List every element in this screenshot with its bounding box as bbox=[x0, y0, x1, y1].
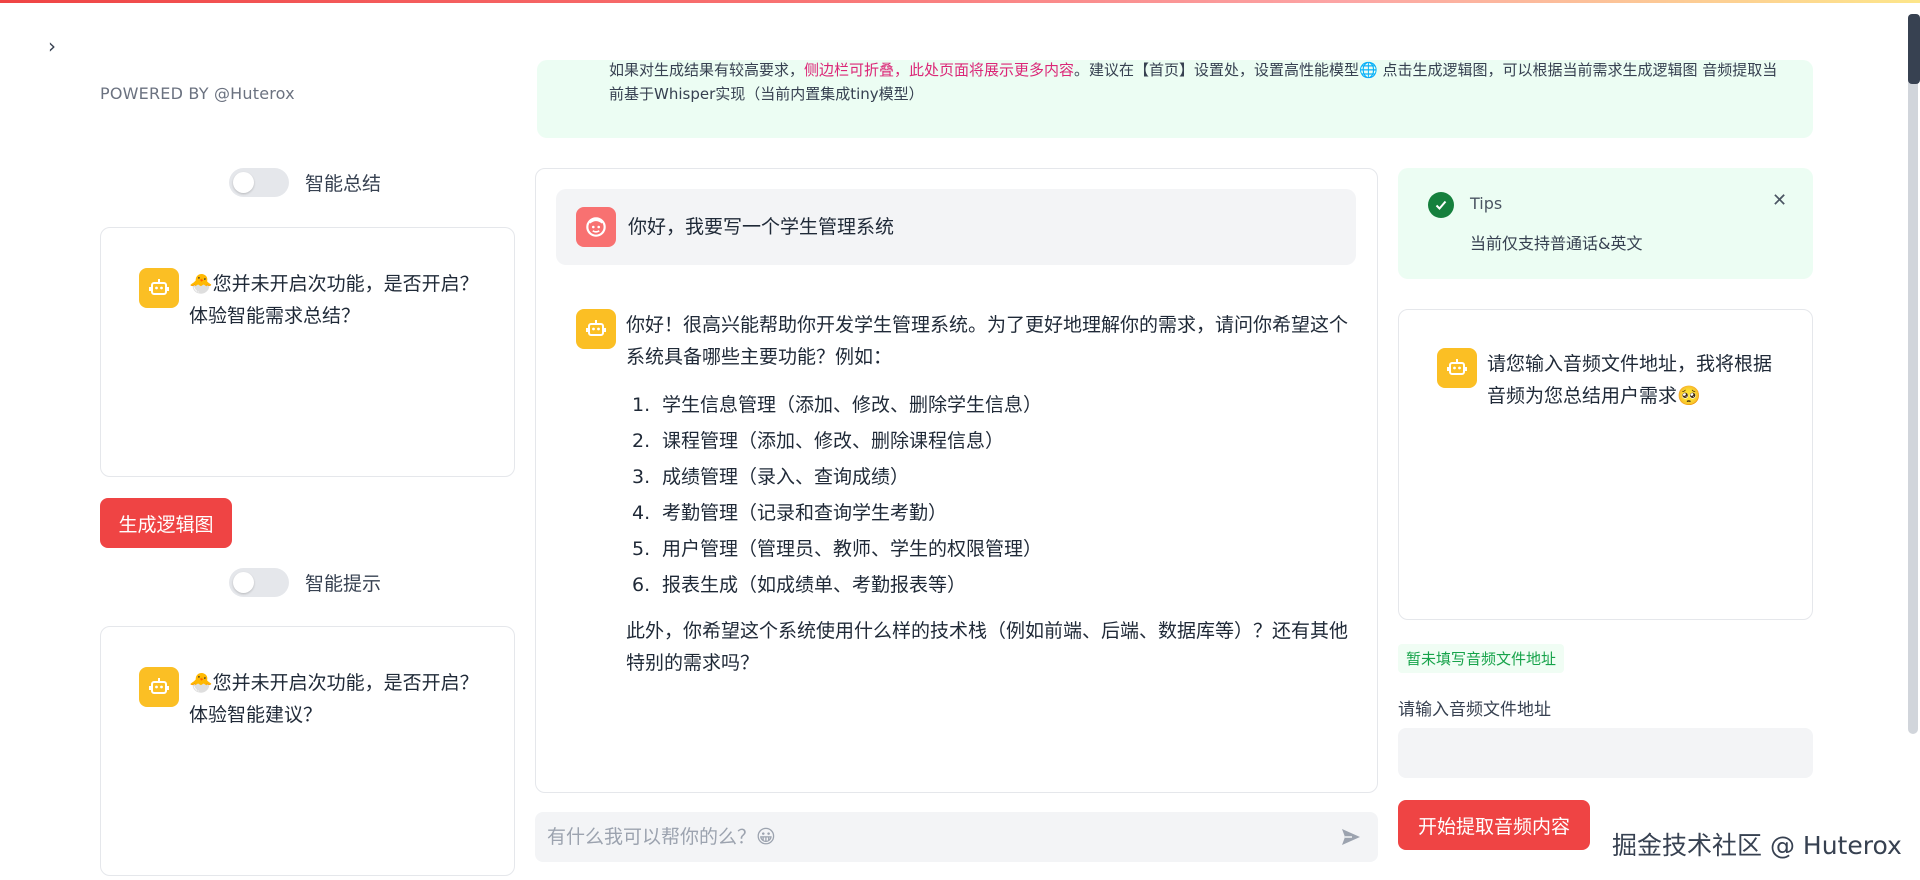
status-badge: 暂未填写音频文件地址 bbox=[1398, 644, 1565, 673]
summary-toggle-label: 智能总结 bbox=[305, 173, 382, 195]
hint-toggle-label: 智能提示 bbox=[305, 573, 382, 595]
page-scrollbar[interactable] bbox=[1908, 50, 1918, 734]
audio-field-label: 请输入音频文件地址 bbox=[1398, 700, 1551, 720]
user-message-text: 你好，我要写一个学生管理系统 bbox=[628, 216, 895, 238]
check-circle-icon bbox=[1428, 192, 1454, 218]
summary-card: 🐣您并未开启次功能，是否开启？体验智能需求总结？ bbox=[100, 227, 515, 477]
tips-text: 当前仅支持普通话&英文 bbox=[1470, 234, 1643, 253]
hint-toggle-row: 智能提示 bbox=[229, 568, 381, 597]
top-accent-bar bbox=[0, 0, 1920, 3]
send-icon[interactable] bbox=[1336, 822, 1366, 852]
feature-list: 1. 学生信息管理（添加、修改、删除学生信息） 2. 课程管理（添加、修改、删除课程… bbox=[632, 387, 1356, 603]
banner-line-2: 前基于Whisper实现（当前内置集成tiny模型） bbox=[609, 85, 924, 103]
reply-outro: 此外，你希望这个系统使用什么样的技术栈（例如前端、后端、数据库等）？还有其他特别… bbox=[626, 620, 1349, 674]
powered-by: POWERED BY @Huterox bbox=[100, 84, 295, 103]
robot-icon bbox=[576, 309, 616, 349]
list-item: 3. 成绩管理（录入、查询成绩） bbox=[632, 466, 910, 488]
user-face-icon bbox=[576, 207, 616, 247]
list-item: 2. 课程管理（添加、修改、删除课程信息） bbox=[632, 430, 1005, 452]
scrollbar-thumb[interactable] bbox=[1908, 14, 1920, 84]
bot-reply: 你好！很高兴能帮助你开发学生管理系统。为了更好地理解你的需求，请问你希望这个系统… bbox=[626, 309, 1356, 679]
generate-logic-diagram-button[interactable]: 生成逻辑图 bbox=[100, 498, 232, 548]
robot-icon bbox=[139, 667, 179, 707]
chat-input[interactable] bbox=[547, 826, 1336, 848]
banner-text-b: 。建议在【首页】设置处，设置高性能模型🌐 点击生成逻辑图，可以根据当前需求生成逻… bbox=[1074, 61, 1778, 79]
banner-highlight: 侧边栏可折叠，此处页面将展示更多内容 bbox=[804, 61, 1075, 79]
info-banner: 如果对生成结果有较高要求，侧边栏可折叠，此处页面将展示更多内容。建议在【首页】设… bbox=[537, 60, 1813, 138]
audio-message: 请您输入音频文件地址，我将根据音频为您总结用户需求🥺 bbox=[1487, 353, 1773, 407]
close-icon[interactable]: ✕ bbox=[1772, 190, 1787, 211]
audio-path-input[interactable] bbox=[1398, 728, 1813, 778]
robot-icon bbox=[1437, 348, 1477, 388]
list-item: 4. 考勤管理（记录和查询学生考勤） bbox=[632, 502, 948, 524]
tips-alert: Tips 当前仅支持普通话&英文 ✕ bbox=[1398, 168, 1813, 279]
audio-card: 请您输入音频文件地址，我将根据音频为您总结用户需求🥺 bbox=[1398, 309, 1813, 620]
summary-toggle-row: 智能总结 bbox=[229, 168, 381, 197]
hint-card: 🐣您并未开启次功能，是否开启？体验智能建议？ bbox=[100, 626, 515, 876]
robot-icon bbox=[139, 268, 179, 308]
chat-panel: 你好，我要写一个学生管理系统 你好！很高兴能帮助你开发学生管理系统。为了更好地理… bbox=[535, 168, 1378, 793]
chevron-right-icon[interactable]: › bbox=[40, 34, 64, 58]
summary-message: 🐣您并未开启次功能，是否开启？体验智能需求总结？ bbox=[189, 273, 479, 327]
banner-text-a: 如果对生成结果有较高要求， bbox=[609, 61, 805, 79]
list-item: 6. 报表生成（如成绩单、考勤报表等） bbox=[632, 574, 967, 596]
chat-input-bar bbox=[535, 812, 1378, 862]
summary-toggle[interactable] bbox=[229, 168, 289, 197]
list-item: 1. 学生信息管理（添加、修改、删除学生信息） bbox=[632, 394, 1043, 416]
watermark: 掘金技术社区 @ Huterox bbox=[1612, 831, 1902, 860]
list-item: 5. 用户管理（管理员、教师、学生的权限管理） bbox=[632, 538, 1043, 560]
hint-toggle[interactable] bbox=[229, 568, 289, 597]
extract-audio-button[interactable]: 开始提取音频内容 bbox=[1398, 800, 1590, 850]
user-message: 你好，我要写一个学生管理系统 bbox=[556, 189, 1356, 265]
hint-message: 🐣您并未开启次功能，是否开启？体验智能建议？ bbox=[189, 672, 479, 726]
tips-title: Tips bbox=[1470, 194, 1503, 213]
reply-intro: 你好！很高兴能帮助你开发学生管理系统。为了更好地理解你的需求，请问你希望这个系统… bbox=[626, 314, 1349, 368]
